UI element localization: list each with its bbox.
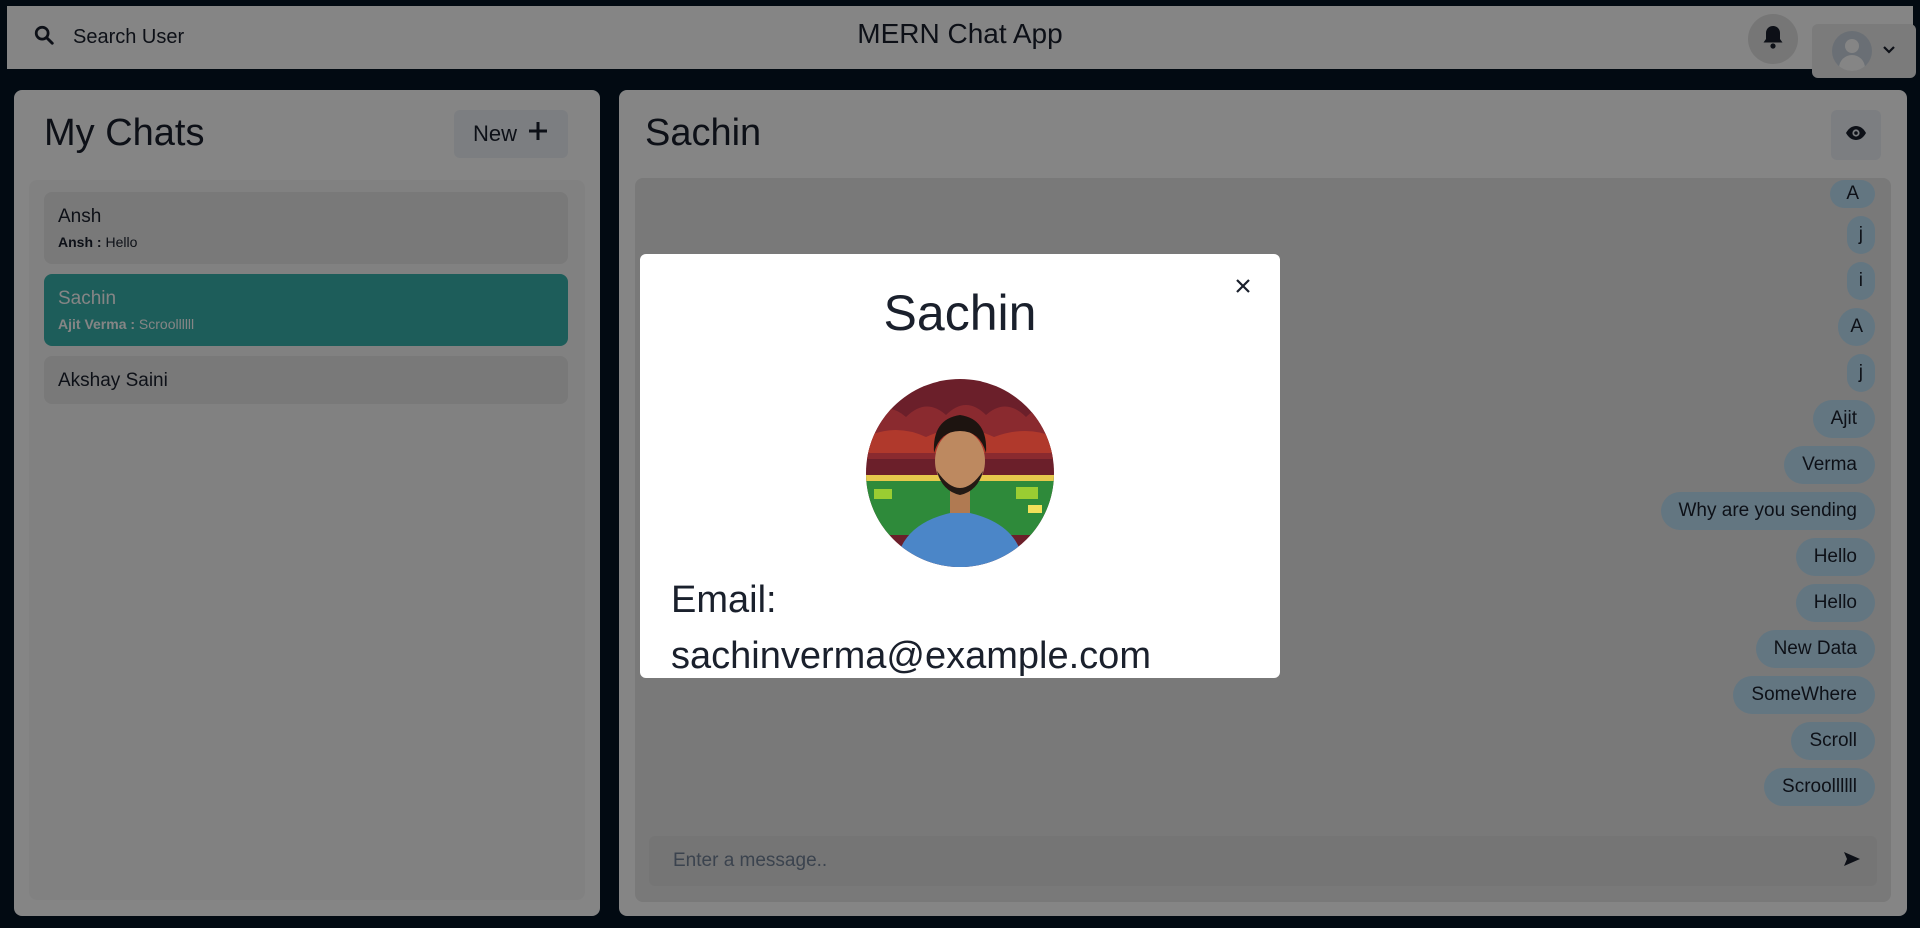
email-label: Email: xyxy=(671,579,777,621)
modal-title: Sachin xyxy=(883,285,1037,341)
close-icon xyxy=(1235,278,1251,299)
profile-photo xyxy=(866,379,1054,567)
profile-email: Email: sachinverma@example.com xyxy=(671,572,1251,684)
email-value: sachinverma@example.com xyxy=(671,635,1151,677)
profile-modal: Sachin Email: sachinverma@example.com xyxy=(640,254,1280,678)
close-button[interactable] xyxy=(1225,270,1261,306)
